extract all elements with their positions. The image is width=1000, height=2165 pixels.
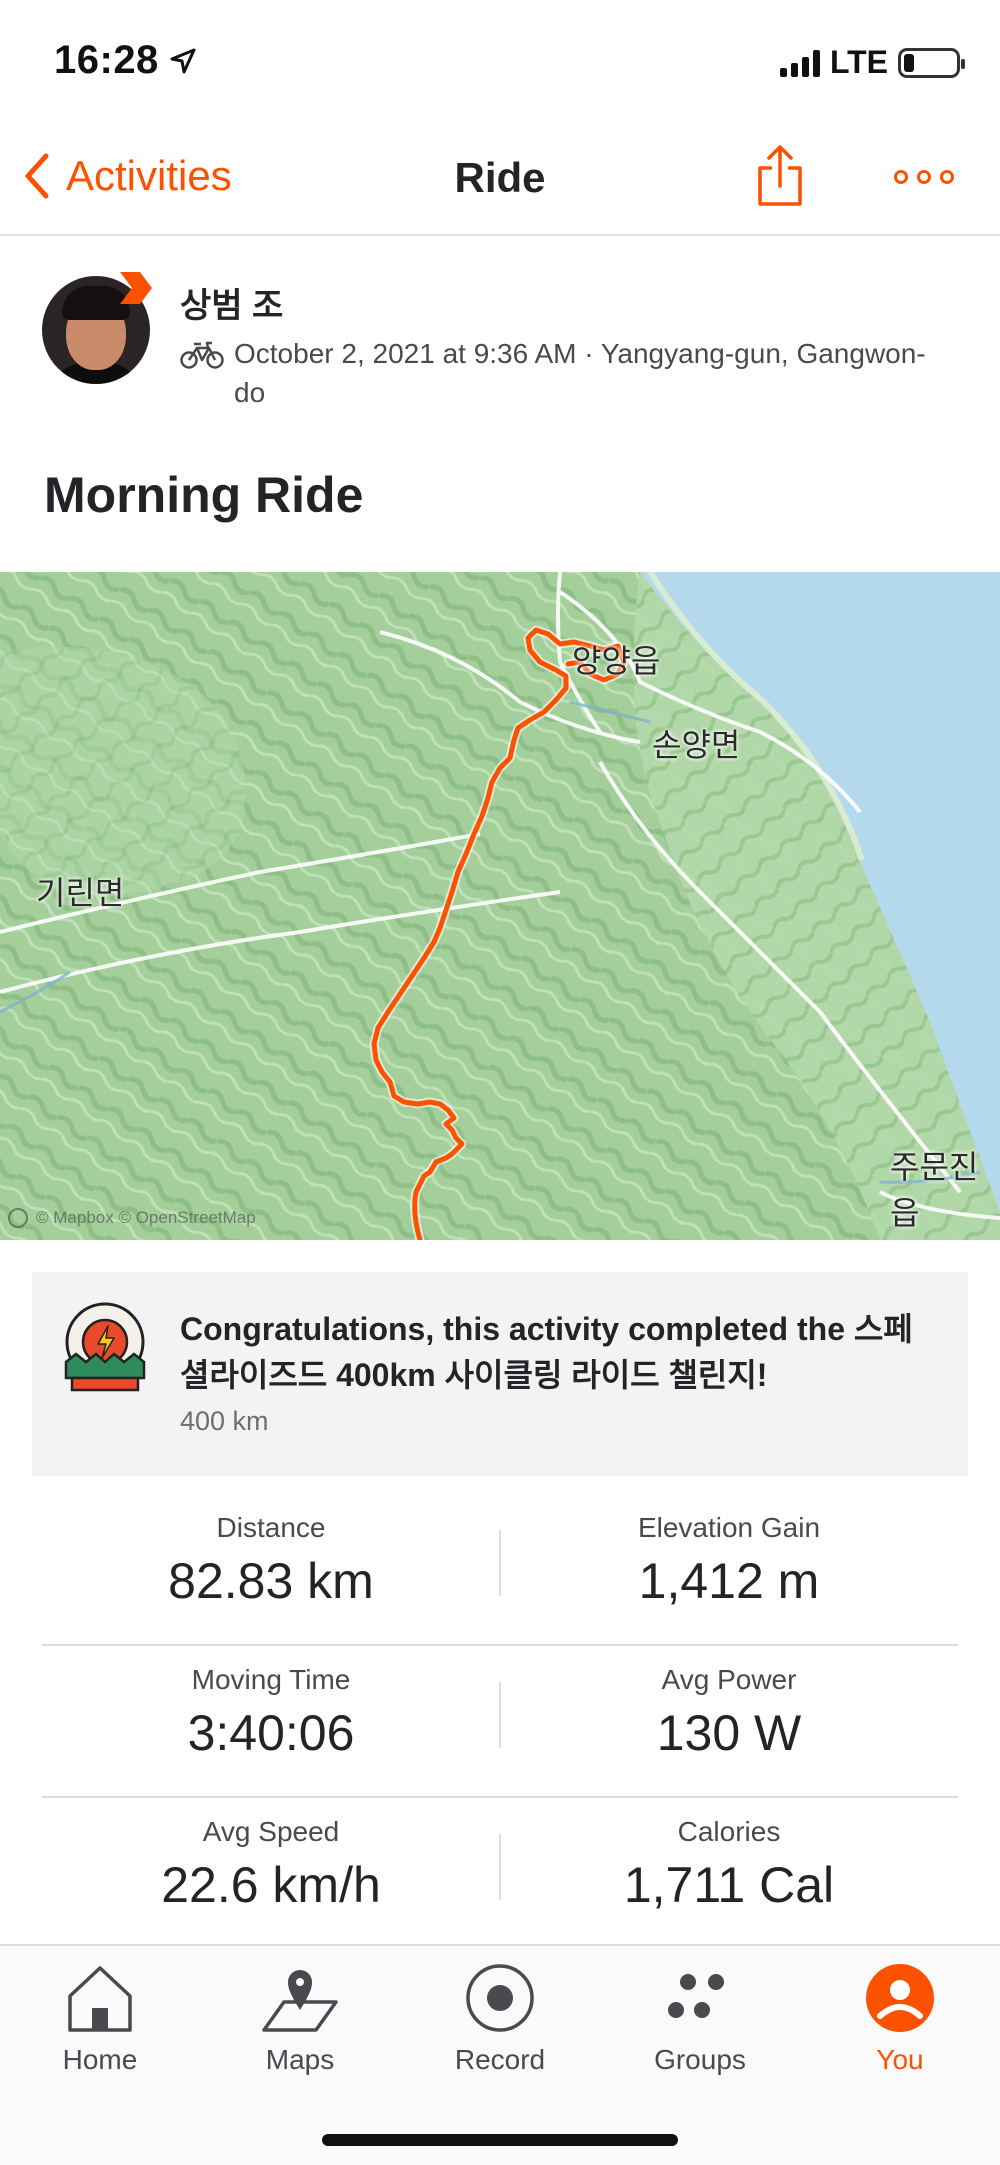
tab-you[interactable]: You [800, 1958, 1000, 2076]
stat-label: Calories [677, 1816, 781, 1847]
stat-avg-speed: Avg Speed 22.6 km/h [42, 1798, 500, 1950]
tab-label: Home [62, 2044, 138, 2075]
stat-elevation-gain: Elevation Gain 1,412 m [500, 1494, 958, 1644]
stat-avg-power: Avg Power 130 W [500, 1646, 958, 1796]
subscriber-badge-icon [120, 272, 152, 304]
maps-icon [262, 1970, 338, 2032]
map-attribution[interactable]: © Mapbox © OpenStreetMap [8, 1208, 256, 1228]
avatar[interactable] [42, 272, 154, 388]
home-indicator[interactable] [322, 2134, 678, 2146]
stat-value: 22.6 km/h [161, 1857, 381, 1913]
signal-icon [779, 49, 820, 77]
map-label-jumunjin: 주문진읍 [890, 1149, 979, 1231]
stats-row: Distance 82.83 km Elevation Gain 1,412 m [42, 1494, 958, 1646]
share-icon[interactable] [754, 144, 806, 208]
groups-icon [668, 1974, 724, 2018]
stat-moving-time: Moving Time 3:40:06 [42, 1646, 500, 1796]
tab-maps[interactable]: Maps [200, 1958, 400, 2076]
attribution-text: © Mapbox © OpenStreetMap [36, 1208, 256, 1227]
status-indicators: LTE [779, 44, 965, 81]
tab-label: Maps [265, 2044, 335, 2075]
status-time: 16:28 [54, 38, 159, 82]
stat-label: Elevation Gain [637, 1512, 821, 1543]
activity-title: Morning Ride [44, 467, 364, 523]
challenge-badge-icon [64, 1302, 146, 1392]
status-bar: 16:28 LTE [0, 0, 1000, 120]
record-icon [466, 1964, 534, 2032]
achievement-goal: 400 km [180, 1406, 269, 1436]
stat-value: 82.83 km [168, 1553, 374, 1609]
bike-icon [180, 341, 224, 369]
stat-label: Avg Speed [202, 1816, 340, 1847]
athlete-header: 상범 조 October 2, 2021 at 9:36 AM · Yangya… [0, 236, 1000, 436]
stat-divider [499, 1530, 501, 1596]
stat-value: 130 W [656, 1705, 802, 1761]
stat-value: 3:40:06 [187, 1705, 355, 1761]
achievement-message: Congratulations, this activity completed… [180, 1311, 913, 1393]
profile-icon [866, 1964, 934, 2032]
athlete-name[interactable]: 상범 조 [180, 278, 283, 327]
tab-groups[interactable]: Groups [600, 1958, 800, 2076]
route-map[interactable]: 양양읍 손양면 기린면 주문진읍 © Mapbox © OpenStreetMa… [0, 572, 1000, 1240]
nav-bar: Activities Ride [0, 120, 1000, 236]
stat-divider [499, 1682, 501, 1748]
stat-value: 1,711 Cal [623, 1857, 835, 1913]
stat-value: 1,412 m [638, 1553, 820, 1609]
challenge-achievement-card[interactable]: Congratulations, this activity completed… [32, 1272, 968, 1476]
stat-label: Avg Power [661, 1664, 797, 1695]
tab-label: Record [454, 2044, 546, 2075]
map-label-yangyang: 양양읍 [572, 643, 661, 679]
stat-calories: Calories 1,711 Cal [500, 1798, 958, 1950]
map-label-sonyang: 손양면 [652, 727, 741, 763]
tab-label: Groups [654, 2044, 746, 2075]
stat-distance: Distance 82.83 km [42, 1494, 500, 1644]
tab-record[interactable]: Record [400, 1958, 600, 2076]
tab-bar: Home Maps Record Groups You [0, 1944, 1000, 2165]
map-label-girin: 기린면 [36, 875, 125, 911]
battery-icon [898, 47, 965, 78]
map-graphic [0, 572, 1000, 1240]
stats-row: Avg Speed 22.6 km/h Calories 1,711 Cal [42, 1798, 958, 1950]
tab-label: You [876, 2044, 924, 2075]
stat-label: Distance [216, 1512, 326, 1543]
activity-stats: Distance 82.83 km Elevation Gain 1,412 m… [42, 1494, 958, 1950]
more-icon[interactable] [894, 170, 954, 184]
stats-row: Moving Time 3:40:06 Avg Power 130 W [42, 1646, 958, 1798]
stat-label: Moving Time [191, 1664, 351, 1695]
page-title: Ride [454, 154, 546, 201]
location-arrow-icon [170, 48, 196, 74]
home-icon [68, 1966, 132, 2032]
network-label: LTE [829, 44, 888, 80]
mapbox-logo-icon [8, 1208, 28, 1228]
stat-divider [499, 1834, 501, 1900]
tab-home[interactable]: Home [0, 1958, 200, 2076]
activity-date-location: October 2, 2021 at 9:36 AM · Yangyang-gu… [234, 338, 926, 408]
